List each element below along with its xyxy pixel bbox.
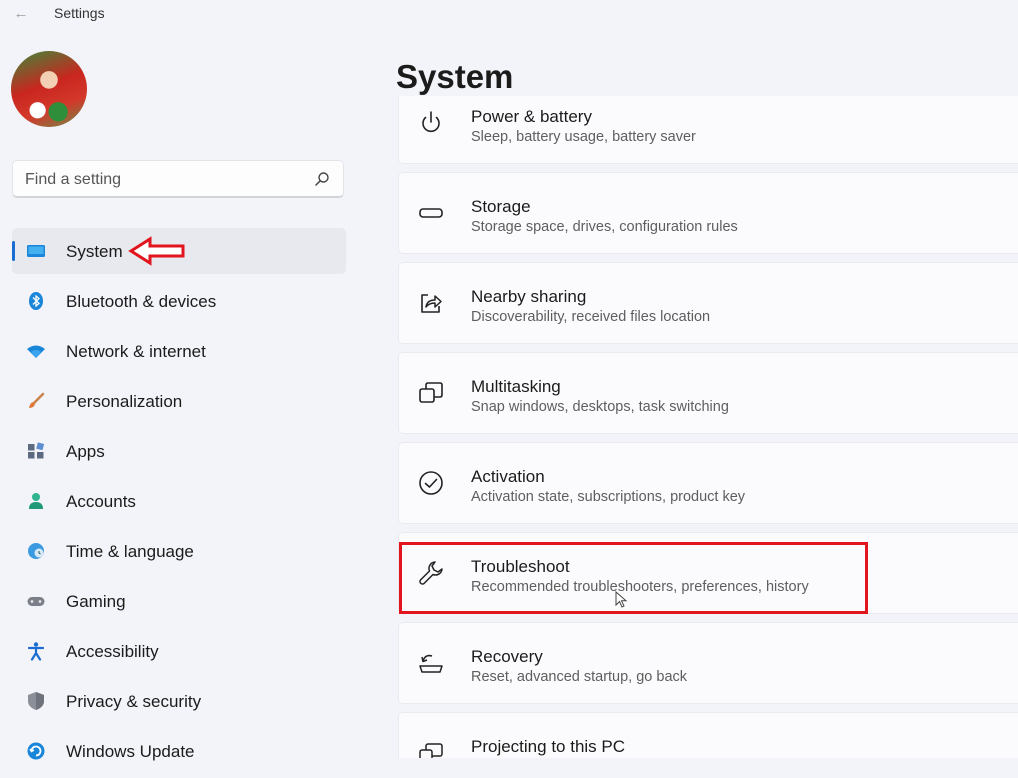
bluetooth-icon	[29, 292, 43, 310]
sidebar-item-label: Bluetooth & devices	[66, 292, 217, 311]
monitor-icon	[27, 245, 45, 257]
share-icon	[421, 294, 442, 313]
card-subtitle: Sleep, battery usage, battery saver	[471, 129, 696, 145]
person-icon	[29, 493, 43, 509]
accessibility-icon	[27, 642, 45, 661]
card-recovery[interactable]: Recovery Reset, advanced startup, go bac…	[398, 622, 1018, 704]
shield-icon	[28, 692, 44, 710]
card-title: Multitasking	[471, 377, 561, 396]
sidebar-item-label: Time & language	[66, 542, 194, 561]
sidebar-item-network[interactable]: Network & internet	[12, 328, 346, 374]
sidebar-nav: System Bluetooth & devices Network & int…	[12, 228, 346, 778]
card-title: Power & battery	[471, 107, 592, 126]
globe-clock-icon	[28, 543, 44, 559]
check-circle-icon	[419, 471, 443, 495]
search-icon[interactable]	[313, 170, 331, 188]
card-subtitle: Activation state, subscriptions, product…	[471, 489, 746, 505]
card-subtitle: Snap windows, desktops, task switching	[471, 399, 729, 415]
sidebar-item-label: System	[66, 242, 123, 261]
card-activation[interactable]: Activation Activation state, subscriptio…	[398, 442, 1018, 524]
storage-icon	[419, 208, 443, 218]
title-bar: ← Settings	[0, 0, 1018, 30]
update-icon	[27, 742, 45, 760]
sidebar-item-label: Personalization	[66, 392, 183, 411]
card-title: Projecting to this PC	[471, 737, 626, 756]
settings-list: Power & battery Sleep, battery usage, ba…	[398, 96, 1018, 758]
sidebar-item-accessibility[interactable]: Accessibility	[12, 628, 346, 674]
multitask-icon	[419, 382, 443, 403]
sidebar-item-accounts[interactable]: Accounts	[12, 478, 346, 524]
sidebar-item-label: Accounts	[66, 492, 136, 511]
sidebar-item-privacy-security[interactable]: Privacy & security	[12, 678, 346, 724]
back-arrow-icon: ←	[13, 5, 29, 22]
sidebar-item-personalization[interactable]: Personalization	[12, 378, 346, 424]
card-title: Activation	[471, 467, 545, 486]
gamepad-icon	[27, 597, 45, 606]
sidebar-item-gaming[interactable]: Gaming	[12, 578, 346, 624]
sidebar-item-label: Network & internet	[66, 342, 206, 361]
annotation-highlight-box	[399, 542, 868, 614]
card-subtitle: Discoverability, received files location	[471, 309, 711, 325]
back-button[interactable]: ←	[10, 4, 32, 24]
card-subtitle: Storage space, drives, configuration rul…	[471, 219, 738, 235]
card-projecting[interactable]: Projecting to this PC	[398, 712, 1018, 758]
card-power-battery[interactable]: Power & battery Sleep, battery usage, ba…	[398, 96, 1018, 164]
sidebar-item-bluetooth[interactable]: Bluetooth & devices	[12, 278, 346, 324]
card-title: Nearby sharing	[471, 287, 587, 306]
recovery-icon	[419, 654, 443, 673]
card-title: Storage	[471, 197, 531, 216]
power-icon	[422, 111, 440, 133]
sidebar-item-label: Windows Update	[66, 742, 195, 761]
sidebar-item-apps[interactable]: Apps	[12, 428, 346, 474]
card-subtitle: Reset, advanced startup, go back	[471, 669, 688, 685]
sidebar-item-label: Privacy & security	[66, 692, 202, 711]
sidebar-item-label: Accessibility	[66, 642, 159, 661]
apps-icon	[28, 442, 45, 459]
sidebar-item-time-language[interactable]: Time & language	[12, 528, 346, 574]
card-title: Recovery	[471, 647, 543, 666]
mouse-cursor-icon	[615, 591, 628, 608]
active-indicator	[12, 241, 15, 261]
search-box[interactable]	[12, 160, 344, 198]
wifi-icon	[27, 345, 45, 358]
sidebar-item-label: Apps	[66, 442, 105, 461]
card-storage[interactable]: Storage Storage space, drives, configura…	[398, 172, 1018, 254]
sidebar-item-windows-update[interactable]: Windows Update	[12, 728, 346, 774]
card-multitasking[interactable]: Multitasking Snap windows, desktops, tas…	[398, 352, 1018, 434]
search-input[interactable]	[23, 168, 307, 192]
card-nearby-sharing[interactable]: Nearby sharing Discoverability, received…	[398, 262, 1018, 344]
page-title: System	[396, 58, 514, 95]
annotation-arrow	[128, 236, 185, 266]
app-title: Settings	[54, 5, 105, 21]
projector-icon	[419, 743, 443, 758]
user-avatar[interactable]	[11, 51, 87, 127]
sidebar-item-label: Gaming	[66, 592, 126, 611]
brush-icon	[29, 392, 45, 408]
